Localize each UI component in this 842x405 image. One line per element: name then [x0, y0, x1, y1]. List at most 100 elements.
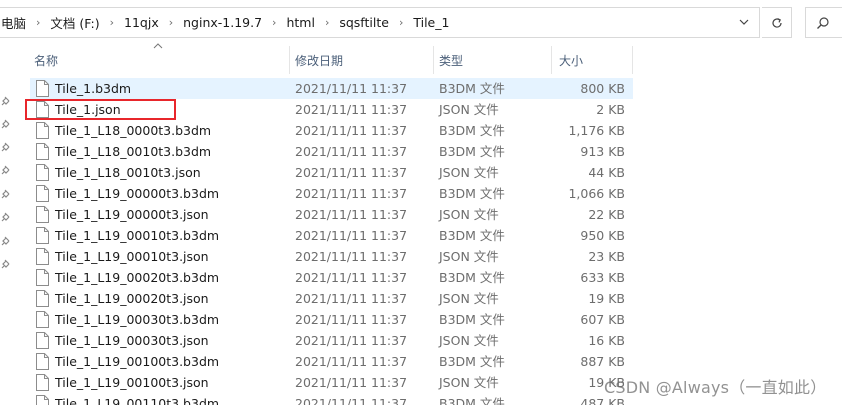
breadcrumb-separator-icon[interactable]: › — [102, 16, 122, 29]
column-divider[interactable] — [433, 46, 434, 74]
breadcrumb-separator-icon[interactable]: › — [391, 16, 411, 29]
pin-icon[interactable] — [1, 212, 11, 222]
column-divider[interactable] — [551, 46, 552, 74]
file-date: 2021/11/11 11:37 — [295, 207, 408, 222]
file-type: JSON 文件 — [439, 165, 499, 180]
breadcrumb-item[interactable]: nginx-1.19.7 — [181, 15, 264, 30]
file-name: Tile_1_L19_00020t3.json — [55, 291, 209, 306]
search-icon — [817, 16, 829, 29]
file-date: 2021/11/11 11:37 — [295, 228, 408, 243]
file-icon — [36, 206, 49, 223]
file-size: 2 KB — [596, 102, 625, 117]
column-header-type[interactable]: 类型 — [439, 44, 463, 76]
breadcrumb-separator-icon[interactable]: › — [317, 16, 337, 29]
file-name: Tile_1_L18_0010t3.b3dm — [55, 144, 212, 159]
pin-icon[interactable] — [1, 259, 11, 269]
pin-icon[interactable] — [1, 142, 11, 152]
file-size: 607 KB — [580, 312, 625, 327]
file-row[interactable]: Tile_1.b3dm 2021/11/11 11:37 B3DM 文件 800 KB — [30, 78, 633, 99]
file-row[interactable]: Tile_1_L19_00020t3.json 2021/11/11 11:37 J… — [30, 288, 633, 309]
file-icon — [36, 290, 49, 307]
file-row[interactable]: Tile_1_L19_00030t3.json 2021/11/11 11:37 J… — [30, 330, 633, 351]
file-row[interactable]: Tile_1_L19_00100t3.b3dm 2021/11/11 11:37 B… — [30, 351, 633, 372]
file-date: 2021/11/11 11:37 — [295, 396, 408, 405]
breadcrumb-item[interactable]: html — [284, 15, 316, 30]
file-name: Tile_1_L18_0000t3.b3dm — [55, 123, 212, 138]
file-type: JSON 文件 — [439, 375, 499, 390]
breadcrumb-item[interactable]: 电脑 — [0, 13, 28, 32]
file-name: Tile_1_L19_00030t3.b3dm — [55, 312, 220, 327]
file-row[interactable]: Tile_1_L19_00030t3.b3dm 2021/11/11 11:37 B… — [30, 309, 633, 330]
file-name: Tile_1_L19_00110t3.b3dm — [55, 396, 220, 405]
file-row[interactable]: Tile_1_L19_00100t3.json 2021/11/11 11:37 J… — [30, 372, 633, 393]
file-row[interactable]: Tile_1_L18_0010t3.b3dm 2021/11/11 11:37 B3… — [30, 141, 633, 162]
column-header-name[interactable]: 名称 — [34, 44, 58, 76]
breadcrumb-item[interactable]: 11qjx — [122, 15, 161, 30]
file-name: Tile_1_L19_00100t3.json — [55, 375, 209, 390]
file-size: 16 KB — [588, 333, 625, 348]
file-row[interactable]: Tile_1_L19_00000t3.b3dm 2021/11/11 11:37 B… — [30, 183, 633, 204]
file-size: 23 KB — [588, 249, 625, 264]
file-icon — [36, 80, 49, 97]
file-size: 950 KB — [580, 228, 625, 243]
file-row[interactable]: Tile_1_L19_00010t3.json 2021/11/11 11:37 J… — [30, 246, 633, 267]
breadcrumb-item[interactable]: Tile_1 — [411, 15, 451, 30]
file-row[interactable]: Tile_1_L19_00110t3.b3dm 2021/11/11 11:37 B… — [30, 393, 633, 405]
file-type: B3DM 文件 — [439, 354, 505, 369]
watermark: CSDN @Always（一直如此） — [604, 378, 827, 397]
file-row[interactable]: Tile_1_L18_0010t3.json 2021/11/11 11:37 JS… — [30, 162, 633, 183]
breadcrumb-separator-icon[interactable]: › — [161, 16, 181, 29]
file-type: B3DM 文件 — [439, 396, 505, 405]
breadcrumb-item[interactable]: 文档 (F:) — [48, 13, 101, 32]
file-icon — [36, 269, 49, 286]
address-bar-row: 电脑 › 文档 (F:) › 11qjx › nginx-1.19.7 › html › sqsft… — [0, 0, 842, 44]
column-divider[interactable] — [289, 46, 290, 74]
file-icon — [36, 353, 49, 370]
pin-icon[interactable] — [1, 165, 11, 175]
file-date: 2021/11/11 11:37 — [295, 333, 408, 348]
pin-icon[interactable] — [1, 189, 11, 199]
address-bar[interactable]: 电脑 › 文档 (F:) › 11qjx › nginx-1.19.7 › html › sqsft… — [0, 7, 760, 38]
file-size: 800 KB — [580, 81, 625, 96]
file-date: 2021/11/11 11:37 — [295, 291, 408, 306]
pin-icon[interactable] — [1, 236, 11, 246]
file-type: JSON 文件 — [439, 207, 499, 222]
file-icon — [36, 395, 49, 405]
file-row[interactable]: Tile_1_L19_00010t3.b3dm 2021/11/11 11:37 B… — [30, 225, 633, 246]
breadcrumb-separator-icon[interactable]: › — [28, 16, 48, 29]
file-type: JSON 文件 — [439, 102, 499, 117]
file-icon — [36, 143, 49, 160]
search-input[interactable] — [805, 7, 842, 38]
refresh-icon — [771, 17, 782, 28]
breadcrumb-item[interactable]: sqsftilte — [337, 15, 391, 30]
highlight-annotation — [25, 99, 176, 120]
file-size: 22 KB — [588, 207, 625, 222]
column-header-size[interactable]: 大小 — [559, 44, 583, 76]
file-date: 2021/11/11 11:37 — [295, 102, 408, 117]
file-date: 2021/11/11 11:37 — [295, 270, 408, 285]
file-type: B3DM 文件 — [439, 123, 505, 138]
chevron-down-icon[interactable] — [735, 12, 753, 32]
file-size: 1,176 KB — [568, 123, 625, 138]
file-type: B3DM 文件 — [439, 186, 505, 201]
column-header-date[interactable]: 修改日期 — [295, 44, 343, 76]
file-type: JSON 文件 — [439, 333, 499, 348]
file-row[interactable]: Tile_1_L19_00000t3.json 2021/11/11 11:37 J… — [30, 204, 633, 225]
file-name: Tile_1_L19_00030t3.json — [55, 333, 209, 348]
file-name: Tile_1_L19_00000t3.json — [55, 207, 209, 222]
file-icon — [36, 311, 49, 328]
pin-icon[interactable] — [1, 119, 11, 129]
file-row[interactable]: Tile_1_L19_00020t3.b3dm 2021/11/11 11:37 B… — [30, 267, 633, 288]
file-row[interactable]: Tile_1_L18_0000t3.b3dm 2021/11/11 11:37 B3… — [30, 120, 633, 141]
column-divider[interactable] — [632, 46, 633, 74]
file-date: 2021/11/11 11:37 — [295, 123, 408, 138]
file-name: Tile_1.b3dm — [55, 81, 132, 96]
refresh-button[interactable] — [762, 7, 792, 38]
pin-icon[interactable] — [1, 96, 11, 106]
file-date: 2021/11/11 11:37 — [295, 165, 408, 180]
file-size: 1,066 KB — [568, 186, 625, 201]
file-date: 2021/11/11 11:37 — [295, 186, 408, 201]
breadcrumb-separator-icon[interactable]: › — [264, 16, 284, 29]
file-size: 887 KB — [580, 354, 625, 369]
file-name: Tile_1_L19_00000t3.b3dm — [55, 186, 220, 201]
